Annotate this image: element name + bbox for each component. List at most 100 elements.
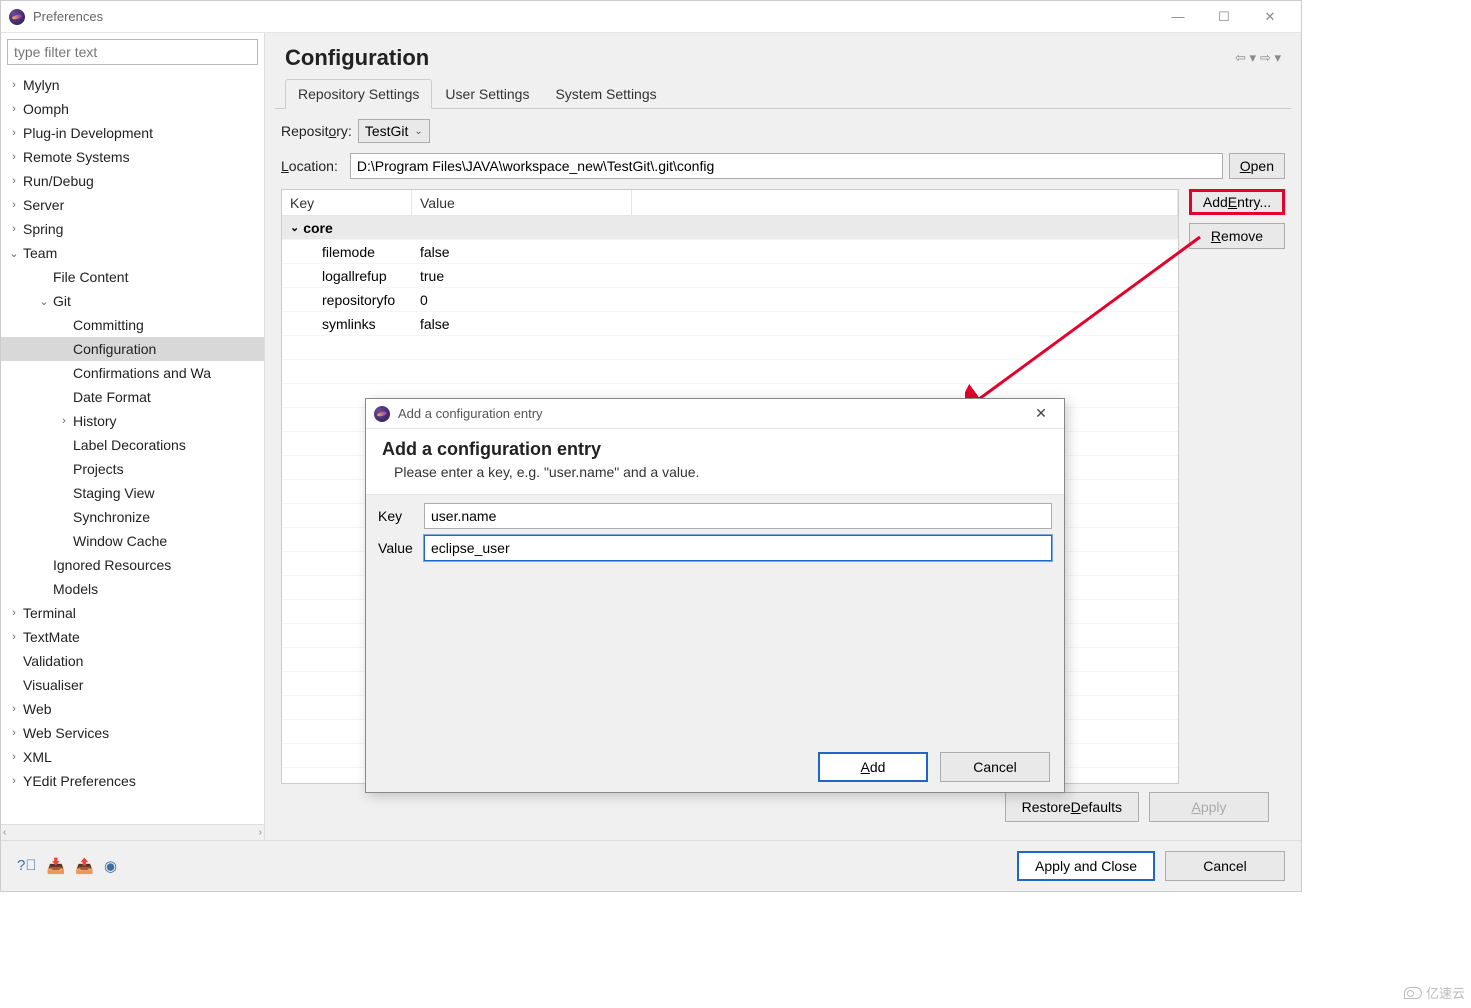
dialog-key-label: Key: [378, 508, 424, 524]
apply-button[interactable]: Apply: [1149, 792, 1269, 822]
tree-item[interactable]: ›TextMate: [1, 625, 264, 649]
tree-item[interactable]: ›Terminal: [1, 601, 264, 625]
remove-button[interactable]: Remove: [1189, 223, 1285, 249]
repository-value: TestGit: [365, 123, 409, 139]
tree-arrow-icon: ⌄: [37, 295, 51, 308]
watermark-icon: [1404, 987, 1422, 999]
tree-item[interactable]: Date Format: [1, 385, 264, 409]
group-arrow-icon: ⌄: [290, 221, 299, 234]
tree-item[interactable]: ›Web Services: [1, 721, 264, 745]
tree-item[interactable]: Models: [1, 577, 264, 601]
tree-item-label: Visualiser: [21, 677, 83, 693]
eclipse-icon: [9, 9, 25, 25]
nav-back-icon[interactable]: ⇦ ▾: [1235, 50, 1256, 66]
dialog-footer: Add Cancel: [366, 742, 1064, 792]
table-row[interactable]: logallrefuptrue: [282, 264, 1178, 288]
apply-and-close-button[interactable]: Apply and Close: [1017, 851, 1155, 881]
header-value[interactable]: Value: [412, 190, 632, 215]
preferences-tree[interactable]: ›Mylyn›Oomph›Plug-in Development›Remote …: [1, 71, 264, 824]
tab-user-settings[interactable]: UUser Settingsser Settings: [432, 79, 542, 109]
table-row[interactable]: filemodefalse: [282, 240, 1178, 264]
tree-arrow-icon: ›: [7, 175, 21, 187]
horizontal-scrollbar[interactable]: ‹ ›: [1, 824, 264, 840]
nav-forward-icon[interactable]: ⇨ ▾: [1260, 50, 1281, 66]
tree-item[interactable]: File Content: [1, 265, 264, 289]
dialog-cancel-button[interactable]: Cancel: [940, 752, 1050, 782]
record-icon[interactable]: ◉: [104, 857, 117, 875]
group-name: core: [303, 220, 333, 236]
location-input[interactable]: [350, 153, 1223, 179]
dialog-description: Please enter a key, e.g. "user.name" and…: [382, 464, 1048, 480]
help-icon[interactable]: ?⃝: [17, 857, 37, 875]
tree-arrow-icon: ›: [7, 631, 21, 643]
import-icon[interactable]: 📥: [47, 857, 66, 875]
tree-item[interactable]: Visualiser: [1, 673, 264, 697]
content-header: Configuration ⇦ ▾ ⇨ ▾: [265, 33, 1301, 79]
tree-item[interactable]: Configuration: [1, 337, 264, 361]
cancel-button[interactable]: Cancel: [1165, 851, 1285, 881]
tree-item[interactable]: ›Oomph: [1, 97, 264, 121]
cell-key: repositoryfo: [282, 292, 412, 308]
tree-item[interactable]: Label Decorations: [1, 433, 264, 457]
table-row[interactable]: symlinksfalse: [282, 312, 1178, 336]
bottom-icons: ?⃝ 📥 📤 ◉: [17, 857, 1017, 875]
dialog-value-input[interactable]: [424, 535, 1052, 561]
tree-item[interactable]: ›Remote Systems: [1, 145, 264, 169]
tree-item-label: Spring: [21, 221, 63, 237]
restore-defaults-button[interactable]: Restore Defaults: [1005, 792, 1139, 822]
header-key[interactable]: Key: [282, 190, 412, 215]
dialog-add-button[interactable]: Add: [818, 752, 928, 782]
tree-item[interactable]: Ignored Resources: [1, 553, 264, 577]
scroll-right-icon[interactable]: ›: [259, 827, 262, 838]
dialog-key-input[interactable]: [424, 503, 1052, 529]
tree-item[interactable]: ›Spring: [1, 217, 264, 241]
table-row-empty: [282, 360, 1178, 384]
table-group-row[interactable]: ⌄ core: [282, 216, 1178, 240]
open-button[interactable]: Open: [1229, 153, 1285, 179]
tree-item[interactable]: Committing: [1, 313, 264, 337]
tree-item[interactable]: ›XML: [1, 745, 264, 769]
close-button[interactable]: ✕: [1247, 1, 1293, 33]
tree-item[interactable]: ›Web: [1, 697, 264, 721]
tab-repository-settings[interactable]: Repository Settings: [285, 79, 432, 109]
tree-item-label: XML: [21, 749, 52, 765]
tree-item[interactable]: Synchronize: [1, 505, 264, 529]
cell-key: filemode: [282, 244, 412, 260]
watermark-text: 亿速云: [1426, 983, 1465, 1002]
tree-item[interactable]: ›YEdit Preferences: [1, 769, 264, 793]
tree-item[interactable]: ›Mylyn: [1, 73, 264, 97]
add-entry-button[interactable]: Add Entry...: [1189, 189, 1285, 215]
tree-arrow-icon: ›: [7, 223, 21, 235]
minimize-button[interactable]: —: [1155, 1, 1201, 33]
maximize-button[interactable]: ☐: [1201, 1, 1247, 33]
tree-item-label: Mylyn: [21, 77, 60, 93]
tree-item[interactable]: Validation: [1, 649, 264, 673]
repository-dropdown[interactable]: TestGit ⌄: [358, 119, 430, 143]
filter-input[interactable]: [7, 39, 258, 65]
nav-arrows: ⇦ ▾ ⇨ ▾: [1235, 50, 1281, 66]
tree-item[interactable]: ›Server: [1, 193, 264, 217]
tree-item[interactable]: Confirmations and Wa: [1, 361, 264, 385]
export-icon[interactable]: 📤: [75, 857, 94, 875]
table-row-empty: [282, 336, 1178, 360]
tree-item-label: Plug-in Development: [21, 125, 153, 141]
cell-value: false: [412, 244, 632, 260]
scroll-left-icon[interactable]: ‹: [3, 827, 6, 838]
table-row[interactable]: repositoryfo0: [282, 288, 1178, 312]
add-entry-dialog: Add a configuration entry ✕ Add a config…: [365, 398, 1065, 793]
tree-item[interactable]: ›Run/Debug: [1, 169, 264, 193]
dialog-close-button[interactable]: ✕: [1026, 405, 1056, 422]
tree-item-label: Committing: [71, 317, 144, 333]
tree-item[interactable]: ⌄Team: [1, 241, 264, 265]
tree-item[interactable]: Window Cache: [1, 529, 264, 553]
tree-item[interactable]: Projects: [1, 457, 264, 481]
tree-item[interactable]: ›Plug-in Development: [1, 121, 264, 145]
tree-item[interactable]: Staging View: [1, 481, 264, 505]
tree-item-label: Date Format: [71, 389, 151, 405]
tree-arrow-icon: ›: [7, 199, 21, 211]
dialog-titlebar: Add a configuration entry ✕: [366, 399, 1064, 429]
tree-item[interactable]: ›History: [1, 409, 264, 433]
tab-system-settings[interactable]: System Settings: [542, 79, 669, 109]
tree-item[interactable]: ⌄Git: [1, 289, 264, 313]
cell-value: true: [412, 268, 632, 284]
